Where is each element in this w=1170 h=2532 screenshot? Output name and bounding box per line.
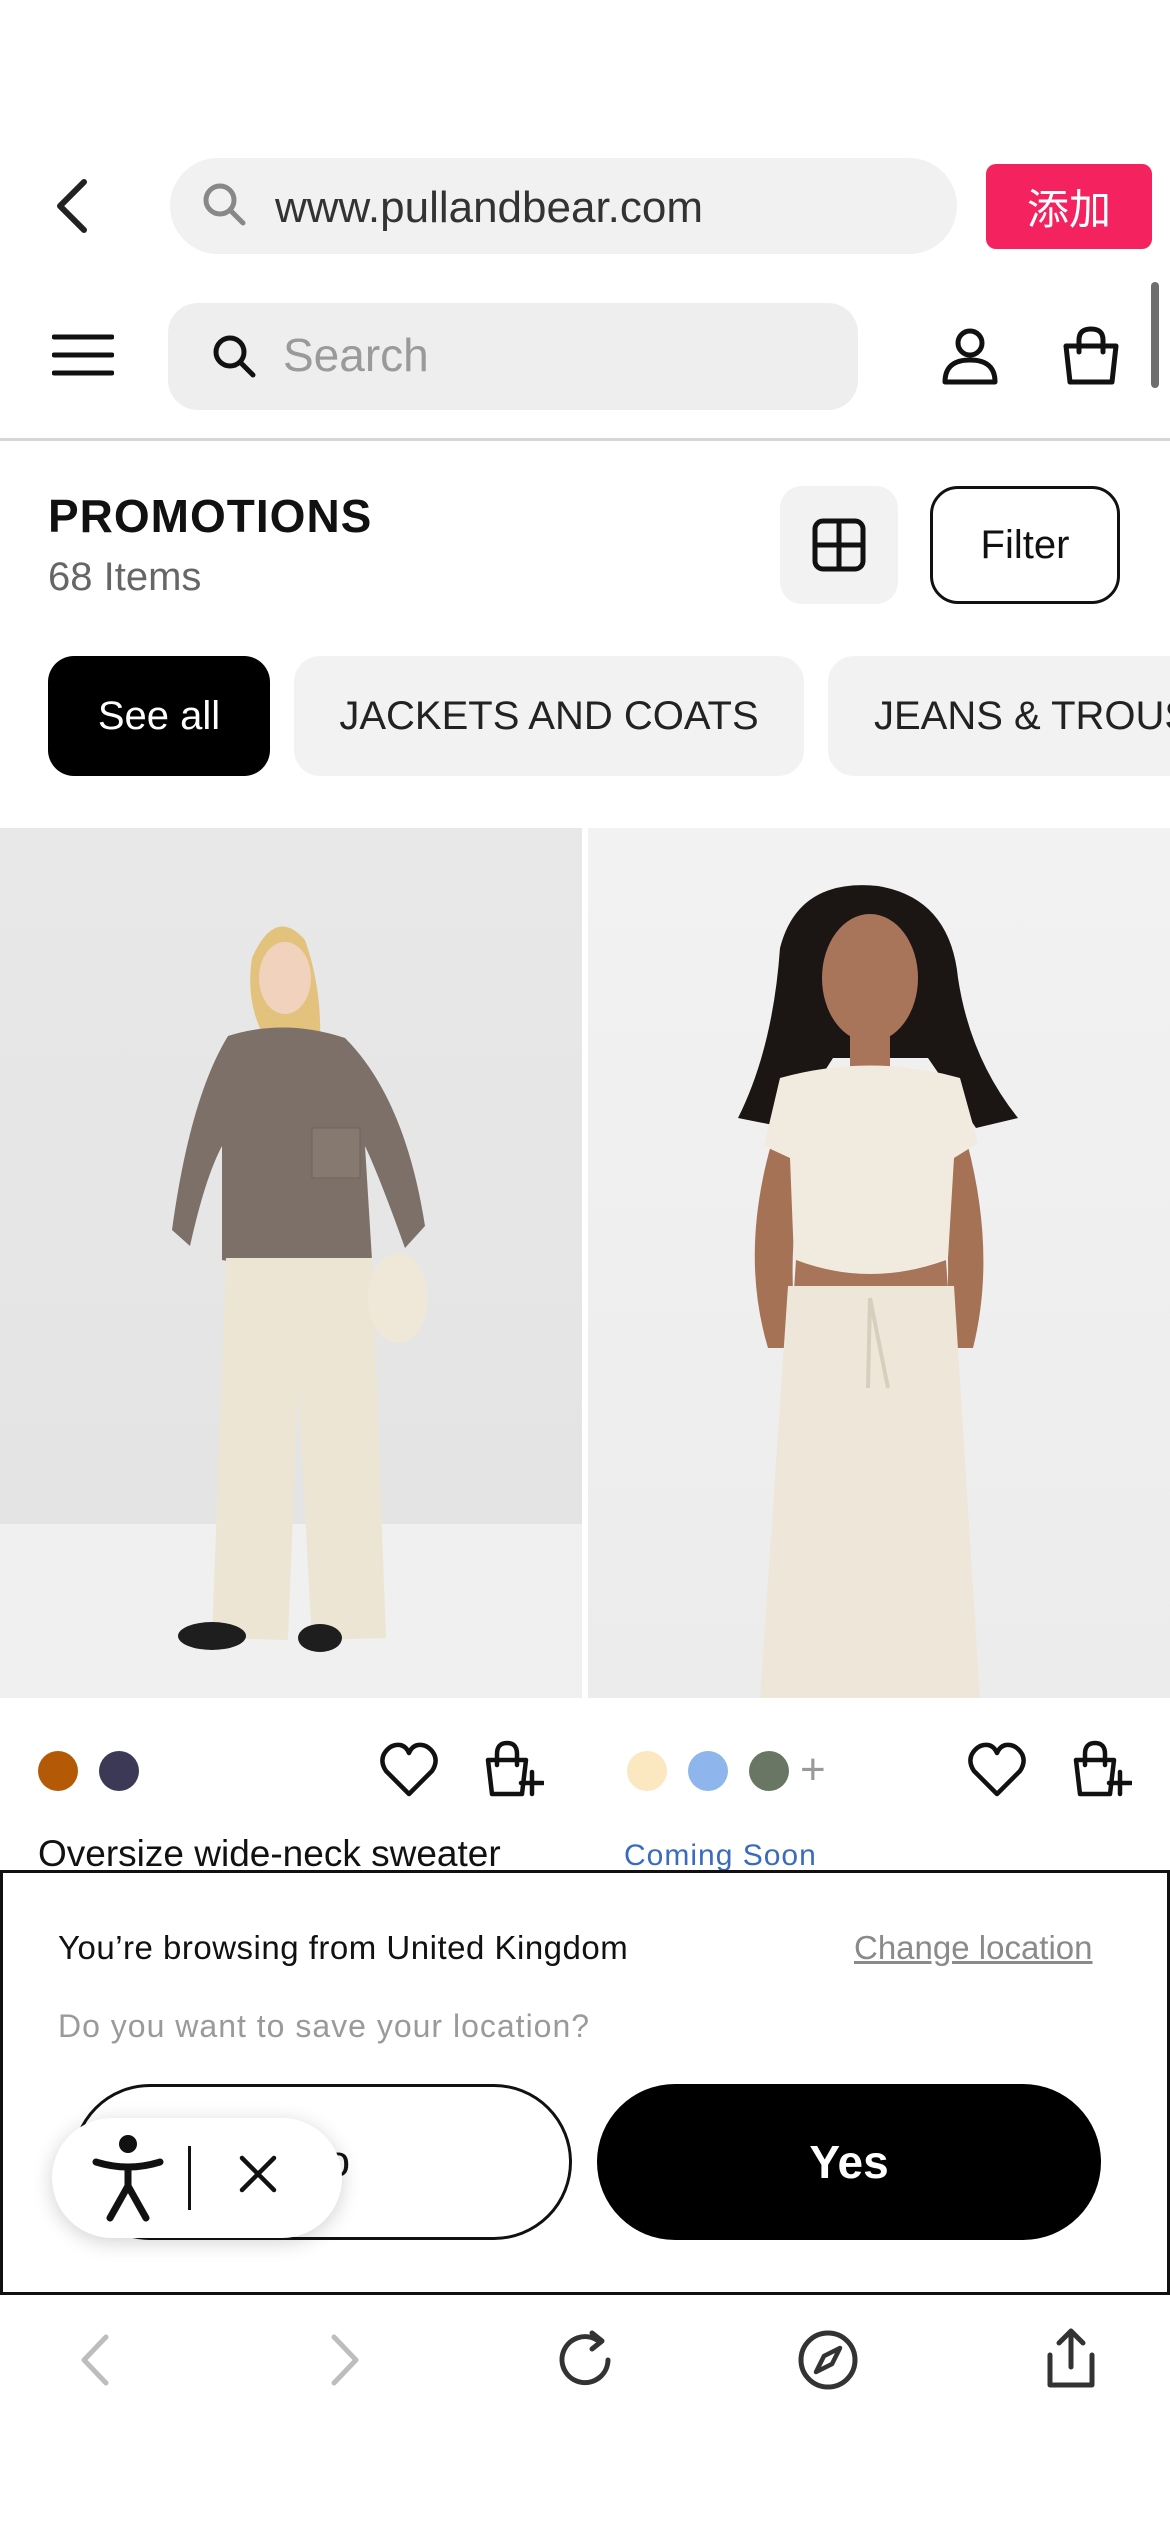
color-swatch[interactable] (99, 1751, 139, 1791)
search-placeholder: Search (283, 329, 429, 381)
reload-icon[interactable] (550, 2325, 620, 2395)
location-message: You’re browsing from United Kingdom (58, 1929, 629, 1966)
add-to-cart-icon[interactable] (1070, 1738, 1132, 1800)
filter-button[interactable]: Filter (930, 486, 1120, 604)
grid-icon (812, 518, 866, 572)
forward-icon[interactable] (308, 2325, 378, 2395)
heart-icon[interactable] (966, 1740, 1028, 1800)
more-colors-indicator[interactable]: + (800, 1745, 826, 1795)
color-swatch[interactable] (688, 1751, 728, 1791)
menu-icon[interactable] (52, 333, 114, 377)
header-divider (0, 438, 1170, 441)
grid-view-button[interactable] (780, 486, 898, 604)
search-icon (213, 335, 256, 378)
color-swatch[interactable] (38, 1751, 78, 1791)
chip-jackets-and-coats[interactable]: JACKETS AND COATS (294, 656, 804, 776)
color-swatch[interactable] (749, 1751, 789, 1791)
add-button[interactable]: 添加 (986, 164, 1152, 249)
address-url[interactable]: www.pullandbear.com (275, 180, 703, 236)
change-location-link[interactable]: Change location (854, 1928, 1093, 1968)
location-question: Do you want to save your location? (58, 2008, 591, 2044)
browser-back-button[interactable] (40, 170, 104, 242)
chevron-left-icon (57, 179, 87, 233)
bag-icon[interactable] (1060, 326, 1122, 386)
scroll-indicator (1151, 282, 1159, 388)
user-icon[interactable] (940, 326, 1000, 386)
add-to-cart-icon[interactable] (482, 1738, 544, 1800)
product-image[interactable] (588, 828, 1170, 1698)
coming-soon-badge: Coming Soon (624, 1839, 817, 1872)
product-photo (738, 885, 1018, 1698)
color-swatch[interactable] (627, 1751, 667, 1791)
share-icon[interactable] (1036, 2325, 1106, 2395)
heart-icon[interactable] (378, 1740, 440, 1800)
item-count: 68 Items (48, 555, 202, 599)
chip-see-all[interactable]: See all (48, 656, 270, 776)
widget-divider (188, 2146, 191, 2210)
yes-button[interactable]: Yes (597, 2084, 1101, 2240)
page-title: PROMOTIONS (48, 490, 373, 542)
search-icon (203, 183, 246, 226)
compass-icon[interactable] (793, 2325, 863, 2395)
product-image[interactable] (0, 828, 582, 1698)
close-icon[interactable] (234, 2150, 282, 2198)
search-field[interactable] (168, 303, 858, 410)
accessibility-icon[interactable] (90, 2132, 166, 2224)
chip-jeans-and-trousers[interactable]: JEANS & TROUSERS (828, 656, 1170, 776)
back-icon[interactable] (62, 2325, 132, 2395)
product-photo (172, 926, 428, 1652)
